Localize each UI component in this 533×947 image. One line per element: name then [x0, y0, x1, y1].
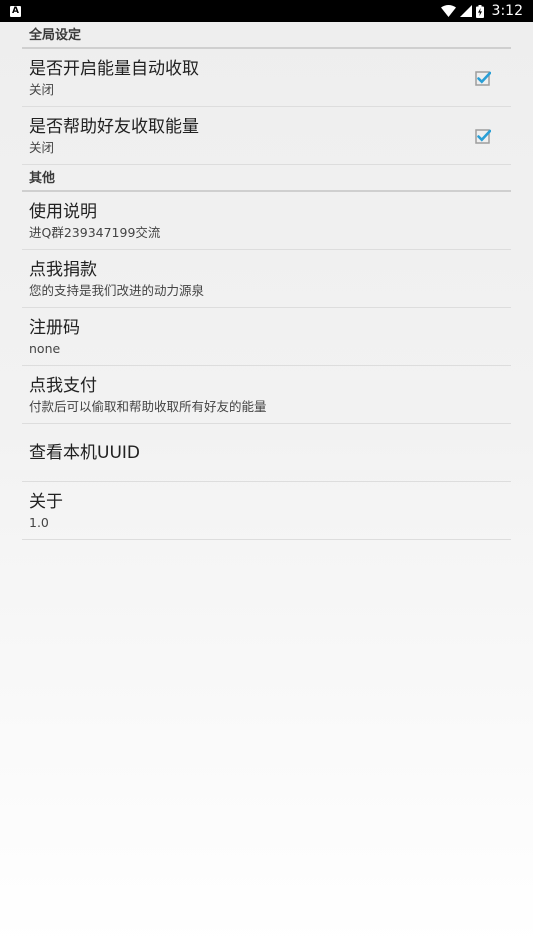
signal-icon [459, 5, 472, 17]
pref-title: 点我支付 [29, 375, 97, 396]
notification-icon: A [10, 5, 21, 17]
pref-title: 是否开启能量自动收取 [29, 58, 199, 79]
category-title: 其他 [29, 171, 56, 186]
category-title: 全局设定 [29, 28, 82, 43]
pref-auto-collect-energy[interactable]: 是否开启能量自动收取 关闭 [22, 49, 511, 107]
pref-registration-code[interactable]: 注册码 none [22, 308, 511, 366]
pref-about[interactable]: 关于 1.0 [22, 482, 511, 540]
auto-collect-checkbox[interactable] [475, 70, 492, 86]
pref-donate[interactable]: 点我捐款 您的支持是我们改进的动力源泉 [22, 250, 511, 308]
pref-help-friends-collect[interactable]: 是否帮助好友收取能量 关闭 [22, 107, 511, 165]
pref-title: 注册码 [29, 317, 80, 338]
pref-summary: none [29, 340, 61, 356]
status-time: 3:12 [491, 3, 523, 19]
category-other: 其他 [22, 165, 511, 192]
category-global-settings: 全局设定 [22, 22, 511, 49]
help-friends-checkbox[interactable] [475, 128, 492, 144]
pref-instructions[interactable]: 使用说明 进Q群239347199交流 [22, 192, 511, 250]
pref-summary: 进Q群239347199交流 [29, 224, 161, 240]
pref-title: 使用说明 [29, 201, 97, 222]
pref-title: 是否帮助好友收取能量 [29, 116, 199, 137]
battery-charging-icon [475, 4, 484, 18]
preferences-list: 全局设定 是否开启能量自动收取 关闭 是否帮助好友收取能量 关闭 其他 使用说明… [0, 22, 533, 540]
pref-title: 点我捐款 [29, 259, 97, 280]
pref-summary: 1.0 [29, 514, 49, 530]
pref-summary: 付款后可以偷取和帮助收取所有好友的能量 [29, 398, 267, 414]
pref-summary: 关闭 [29, 139, 55, 155]
status-bar: A 3:12 [0, 0, 533, 22]
pref-view-uuid[interactable]: 查看本机UUID [22, 424, 511, 482]
pref-pay[interactable]: 点我支付 付款后可以偷取和帮助收取所有好友的能量 [22, 366, 511, 424]
pref-title: 关于 [29, 491, 63, 512]
pref-title: 查看本机UUID [29, 442, 140, 463]
pref-summary: 您的支持是我们改进的动力源泉 [29, 282, 205, 298]
pref-summary: 关闭 [29, 81, 55, 97]
wifi-icon [440, 5, 456, 17]
